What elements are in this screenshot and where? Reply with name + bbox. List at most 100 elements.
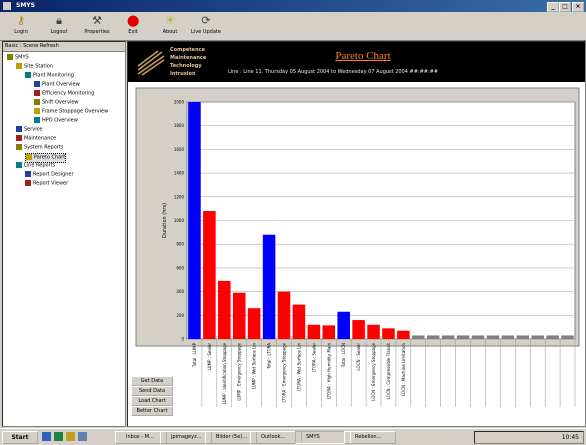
tree-node-icon	[7, 54, 13, 60]
logo-line-4: Intrusion	[170, 71, 196, 77]
key-icon: ⚷	[16, 14, 26, 27]
tree-node-icon	[25, 180, 31, 186]
toolbar: ⚷ Login 🔒︎ Logout ⚒ Properties ⬤ Exit ☀ …	[0, 12, 586, 41]
bar	[307, 324, 321, 339]
lock-icon: 🔒︎	[56, 14, 62, 27]
close-button[interactable]: ×	[572, 2, 584, 12]
app-icon	[3, 2, 11, 10]
bar	[471, 335, 485, 339]
x-tick-label: LTORA : Wet Surface Lin	[296, 343, 301, 391]
exit-label: Exit	[128, 29, 138, 35]
taskbar-item[interactable]: Rebelion...	[344, 431, 396, 444]
quicklaunch-icon[interactable]	[54, 432, 63, 441]
properties-button[interactable]: ⚒ Properties	[80, 14, 114, 38]
live-update-button[interactable]: ⟳ Live Update	[189, 14, 223, 38]
tree-node-icon	[16, 144, 22, 150]
start-button[interactable]: Start	[2, 431, 38, 444]
tree-node[interactable]: SMYS	[7, 54, 29, 62]
quicklaunch-icon[interactable]	[42, 432, 51, 441]
x-tick-label: LOCN : Emergency Stoppage	[371, 342, 376, 400]
quicklaunch-icon[interactable]	[66, 432, 75, 441]
logout-button[interactable]: 🔒︎ Logout	[42, 14, 76, 38]
y-tick-label: 400	[176, 289, 184, 294]
y-tick-label: 1800	[174, 123, 185, 128]
tree-header: Basic : Scene Refresh	[3, 42, 125, 52]
better-chart-button[interactable]: Better Chart	[131, 406, 173, 416]
y-tick-label: 1400	[174, 171, 185, 176]
logo-line-2: Maintenance	[170, 55, 207, 61]
taskbar: Start Inbox - M... jpimageyz... Bilder (…	[0, 428, 586, 445]
window-title-bar: SMYS _ □ ×	[0, 0, 586, 12]
tree-node[interactable]: HPO Overview	[34, 117, 78, 125]
tree-node-icon	[34, 108, 40, 114]
maximize-button[interactable]: □	[559, 2, 571, 12]
tree-node-label: Report Viewer	[33, 180, 69, 187]
tree-node[interactable]: Service	[16, 126, 42, 134]
bar	[247, 308, 261, 339]
bar	[322, 325, 336, 339]
tree-node[interactable]: Report Viewer	[25, 180, 68, 188]
x-tick-label: LTORA : High Humidity Main	[326, 343, 331, 399]
tree-node[interactable]: Line Reports	[16, 162, 55, 170]
y-tick-label: 600	[176, 265, 184, 270]
pareto-chart: 0200400600800100012001400160018002000Dur…	[135, 87, 580, 407]
x-tick-label: LUMP : Sealer	[207, 343, 212, 371]
navigation-tree: Basic : Scene Refresh SMYS Site Station Pl…	[2, 41, 126, 427]
about-button[interactable]: ☀ About	[153, 14, 187, 38]
about-label: About	[162, 29, 178, 35]
x-tick-label: LUMP : Wet Surface Lin	[252, 343, 257, 390]
exit-button[interactable]: ⬤ Exit	[116, 14, 150, 38]
tree-node[interactable]: System Reports	[16, 144, 63, 152]
tree-node-icon	[16, 63, 22, 69]
bar	[352, 320, 365, 339]
bar	[188, 102, 201, 339]
tree-node-label: Site Station	[24, 63, 53, 70]
wrench-icon: ⚒	[92, 14, 102, 27]
tree-node-label: System Reports	[24, 144, 64, 151]
bar	[367, 324, 380, 339]
tree-node[interactable]: Plant Monitoring	[25, 72, 74, 80]
login-label: Login	[14, 29, 28, 35]
quicklaunch-icon[interactable]	[78, 432, 87, 441]
window-title: SMYS	[16, 2, 35, 9]
logo-icon	[137, 50, 165, 76]
tree-node-label: Frame Stoppage Overview	[42, 108, 109, 115]
tree-node-label: Maintenance	[24, 135, 57, 142]
tree-node-icon	[25, 171, 31, 177]
send-data-button[interactable]: Send Data	[131, 386, 173, 396]
x-tick-label: LTORA : Sealer	[311, 343, 316, 373]
bar	[262, 234, 276, 339]
login-button[interactable]: ⚷ Login	[4, 14, 38, 38]
tree-node-icon	[26, 154, 32, 160]
minimize-button[interactable]: _	[547, 2, 559, 12]
x-tick-label: LTORA : Emergency Stoppage	[282, 342, 287, 402]
tree-node-label: HPO Overview	[42, 117, 78, 124]
tree-node[interactable]: Efficiency Monitoring	[34, 90, 94, 98]
bar	[412, 335, 425, 339]
x-tick-label: LUMP : Identification Stoppage	[222, 342, 227, 404]
tree-node[interactable]: Report Designer	[25, 171, 74, 179]
bar	[232, 292, 246, 339]
tree-node[interactable]: Site Station	[16, 63, 53, 71]
taskbar-item-active[interactable]: SMYS	[295, 431, 351, 444]
tree-node-label: Efficiency Monitoring	[42, 90, 95, 97]
y-tick-label: 200	[176, 313, 184, 318]
tree-node[interactable]: Maintenance	[16, 135, 56, 143]
y-tick-label: 1000	[174, 218, 185, 223]
load-chart-button[interactable]: Load Chart	[131, 396, 173, 406]
tree-node-label: Line Reports	[24, 162, 56, 169]
report-banner: Competence Maintenance Technology Intrus…	[128, 42, 585, 82]
x-tick-label: Total : LUMP	[192, 342, 197, 368]
bar	[561, 335, 574, 339]
get-data-button[interactable]: Get Data	[131, 376, 173, 386]
tree-node-icon	[16, 162, 22, 168]
main-panel: Competence Maintenance Technology Intrus…	[127, 41, 586, 427]
bar	[382, 328, 395, 339]
y-axis-label: Duration (hrs)	[162, 203, 168, 238]
tree-node[interactable]: Shift Overview	[34, 99, 79, 107]
tree-node-icon	[16, 135, 22, 141]
bar	[203, 211, 216, 339]
tree-node[interactable]: Plant Overview	[34, 81, 80, 89]
tree-node[interactable]: Frame Stoppage Overview	[34, 108, 108, 116]
tree-node-icon	[25, 72, 31, 78]
